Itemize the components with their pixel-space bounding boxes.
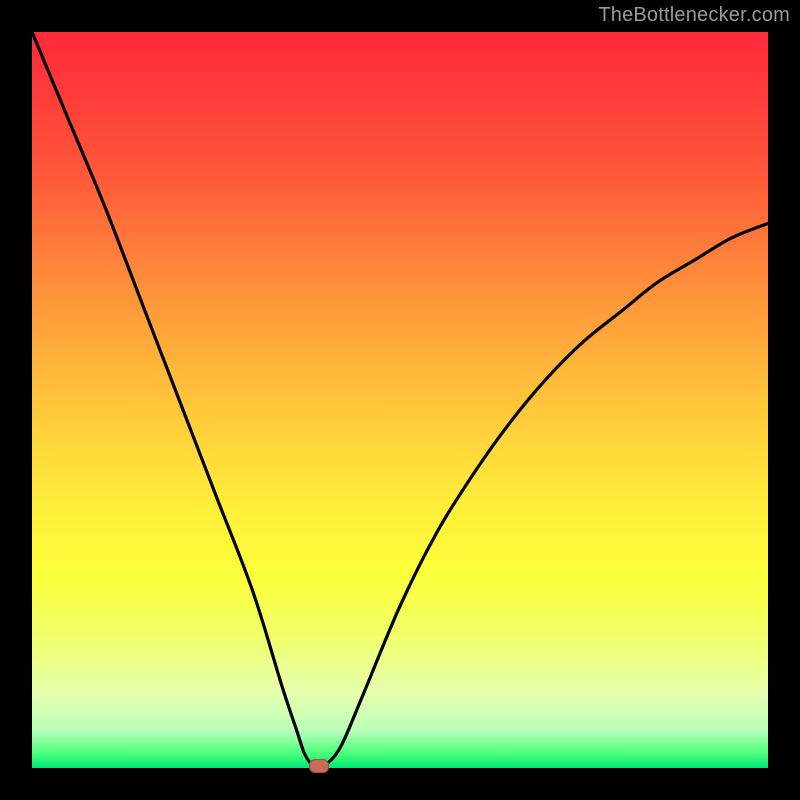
bottleneck-curve: [32, 32, 768, 768]
watermark-label: TheBottlenecker.com: [598, 4, 790, 27]
optimum-marker: [309, 759, 329, 773]
plot-area: [32, 32, 768, 768]
chart-frame: TheBottlenecker.com: [0, 0, 800, 800]
